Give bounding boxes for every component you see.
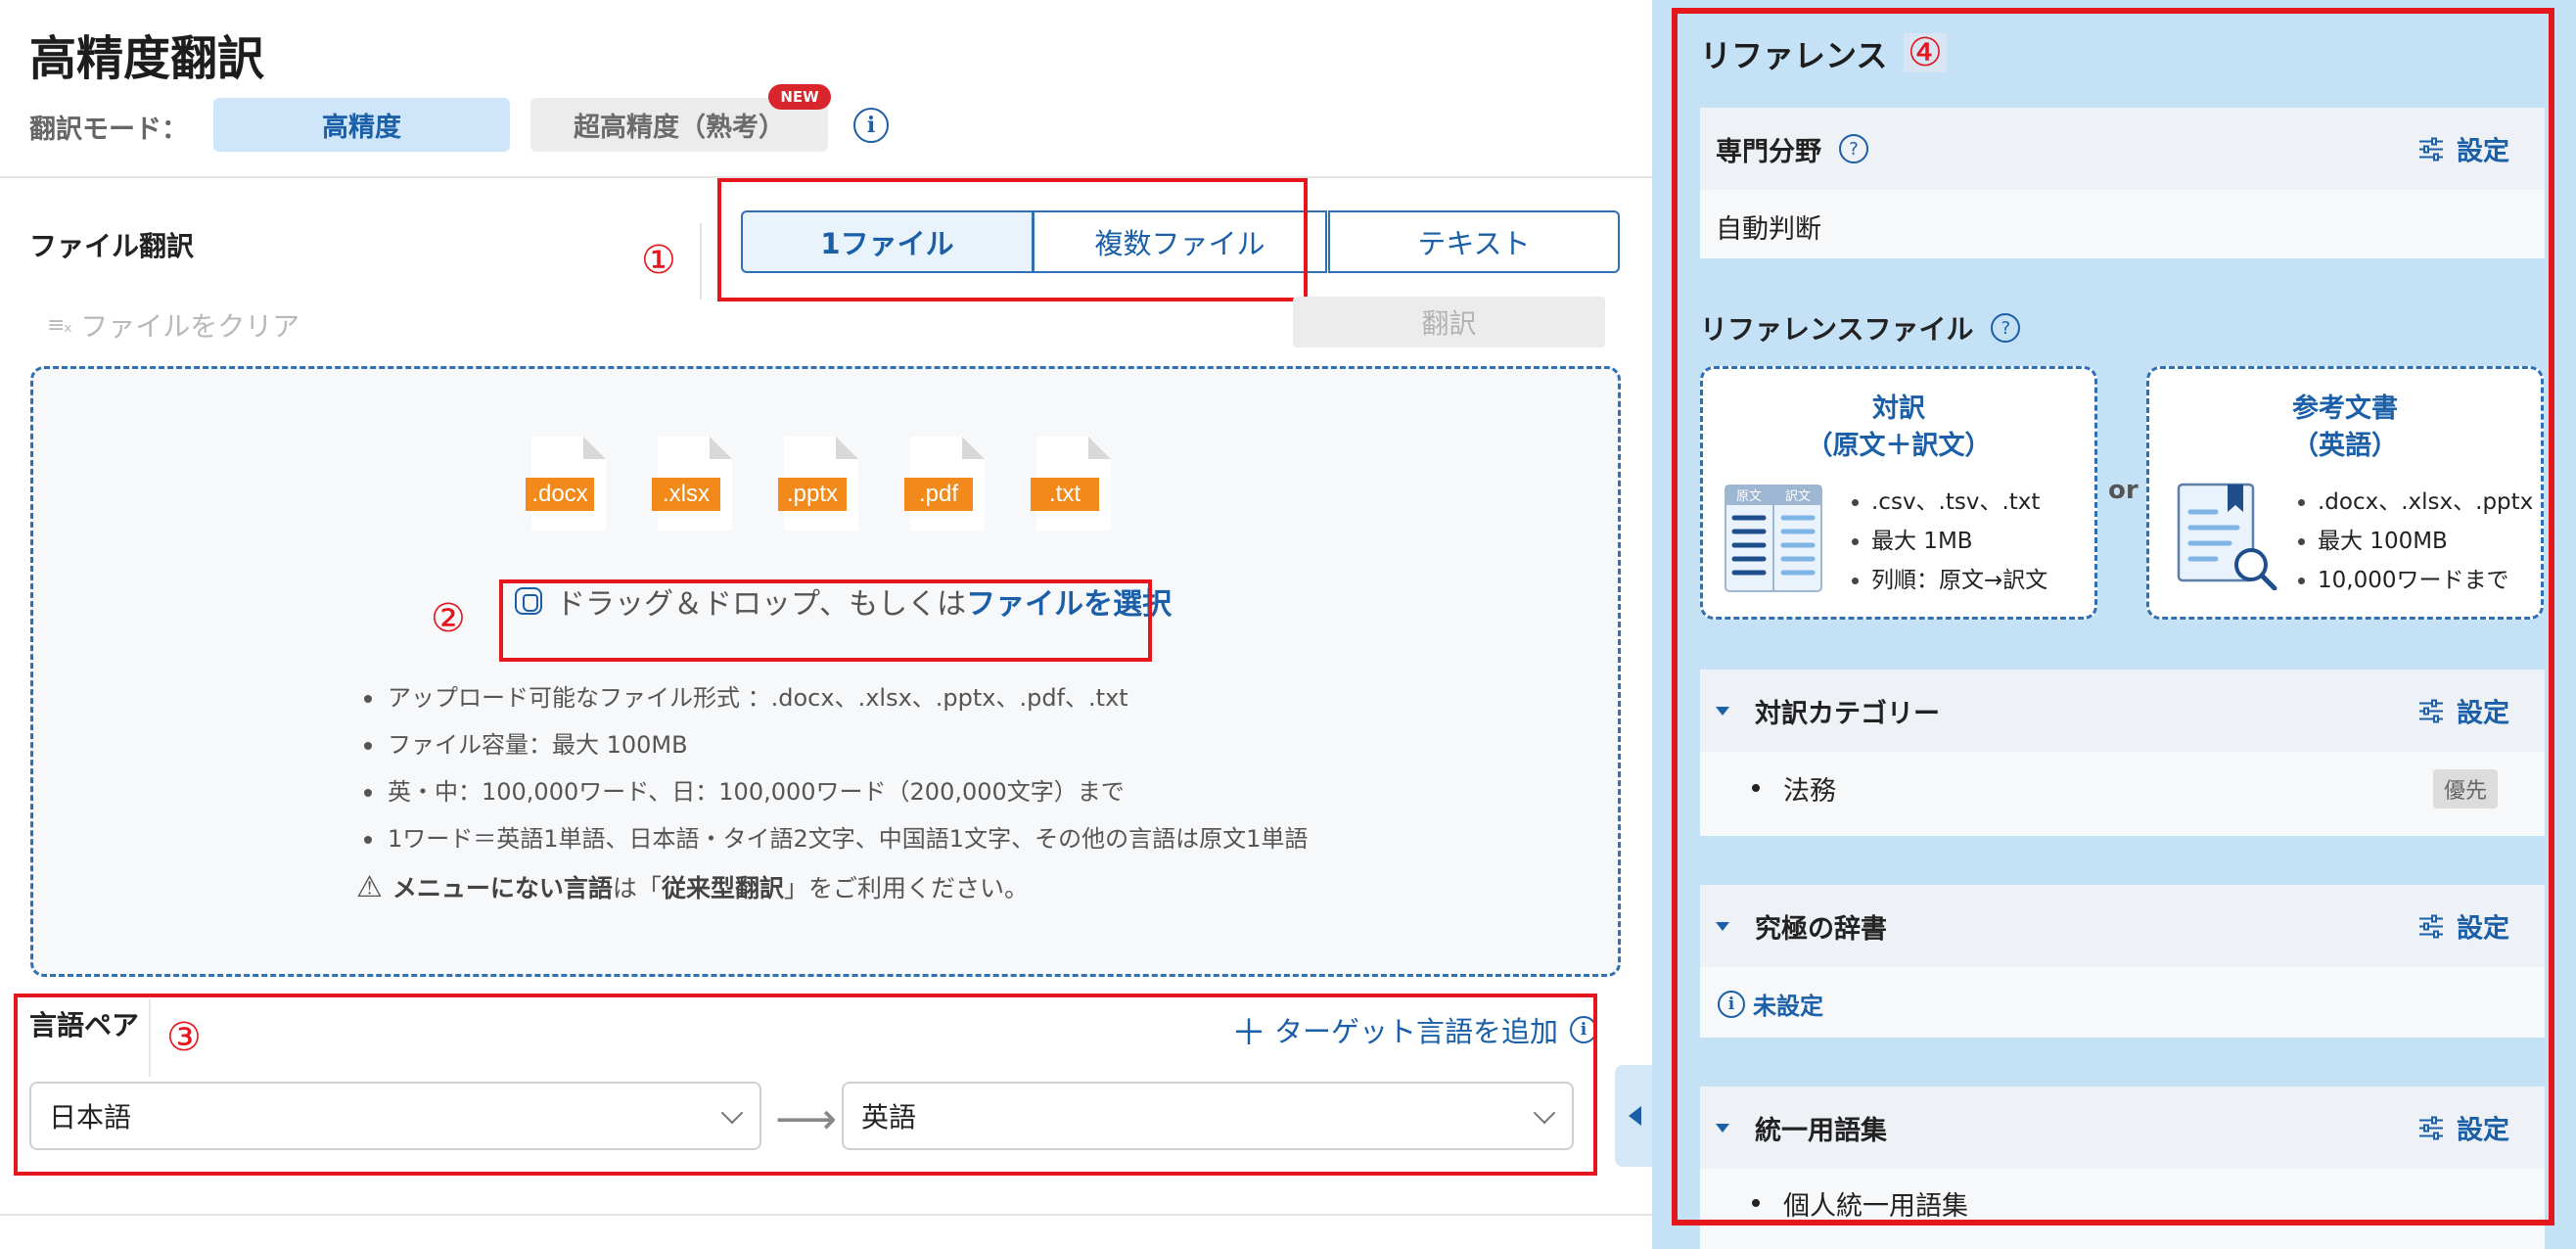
annotation-box-2: [499, 579, 1152, 662]
annotation-box-4: [1672, 8, 2554, 1226]
xlsx-file-icon: .xlsx: [652, 437, 732, 531]
warning-icon: ⚠: [356, 869, 383, 904]
page-title: 高精度翻訳: [29, 31, 265, 86]
divider: [0, 1214, 1652, 1216]
txt-file-icon: .txt: [1031, 437, 1111, 531]
annotation-box-3: [14, 994, 1597, 1176]
file-translation-title: ファイル翻訳: [29, 230, 195, 262]
docx-file-icon: .docx: [526, 437, 606, 531]
annotation-1: ①: [641, 238, 676, 283]
list-item: 1ワード＝英語1単語、日本語・タイ語2文字、中国語1文字、その他の言語は原文1単…: [364, 822, 1308, 869]
panel-collapse-toggle[interactable]: [1615, 1065, 1654, 1167]
list-item: アップロード可能なファイル形式 ：.docx、.xlsx、.pptx、.pdf、…: [364, 681, 1308, 728]
clear-list-icon: ≡ₓ: [47, 312, 72, 338]
tab-text[interactable]: テキスト: [1328, 210, 1620, 273]
upload-info-list: アップロード可能なファイル形式 ：.docx、.xlsx、.pptx、.pdf、…: [364, 681, 1308, 869]
clear-files-label: ファイルをクリア: [80, 310, 300, 343]
list-item: ファイル容量：最大 100MB: [364, 728, 1308, 775]
triangle-left-icon: [1628, 1106, 1641, 1126]
unsupported-language-warning: ⚠ メニューにない言語は「従来型翻訳」をご利用ください。: [356, 869, 1029, 904]
mode-high-precision-button[interactable]: 高精度: [213, 98, 510, 152]
new-badge: NEW: [768, 84, 831, 110]
mode-label: 翻訳モード：: [29, 115, 188, 145]
pptx-file-icon: .pptx: [778, 437, 858, 531]
annotation-2: ②: [431, 596, 466, 641]
info-icon[interactable]: i: [853, 108, 889, 143]
annotation-box-1: [717, 178, 1308, 301]
translate-button[interactable]: 翻訳: [1293, 297, 1605, 347]
clear-files-button[interactable]: ≡ₓ ファイルをクリア: [47, 305, 299, 345]
pdf-file-icon: .pdf: [904, 437, 985, 531]
divider: [700, 223, 702, 300]
list-item: 英・中：100,000ワード、日：100,000ワード（200,000文字）まで: [364, 775, 1308, 822]
